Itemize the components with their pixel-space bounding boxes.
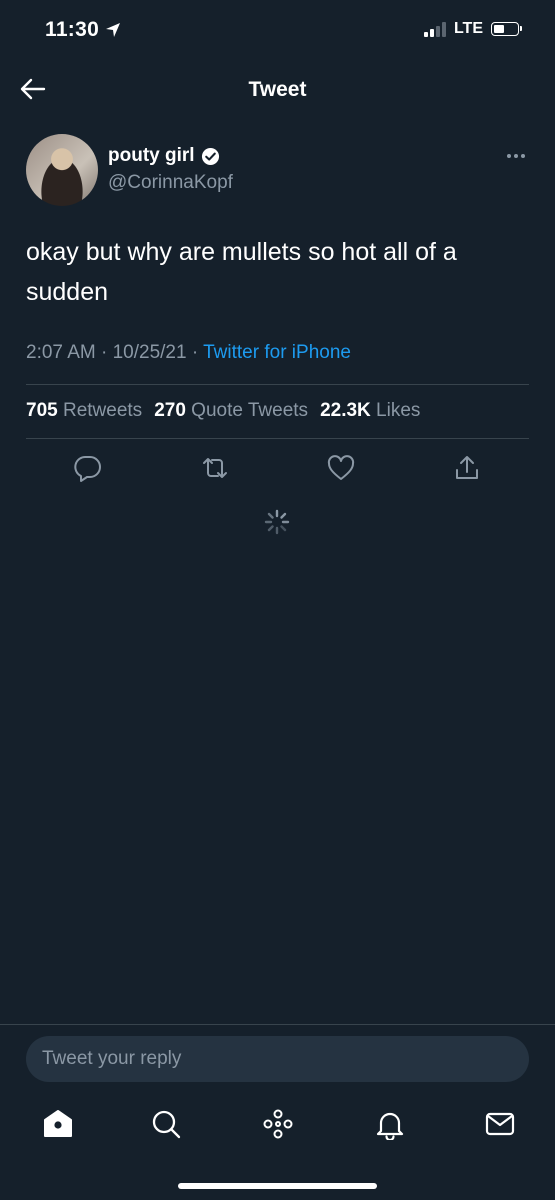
reply-icon[interactable] bbox=[73, 453, 103, 483]
tweet-text: okay but why are mullets so hot all of a… bbox=[26, 238, 457, 306]
retweets-stat[interactable]: 705 Retweets bbox=[26, 400, 142, 422]
notifications-icon[interactable] bbox=[374, 1108, 406, 1140]
likes-label: Likes bbox=[376, 400, 421, 421]
quotes-stat[interactable]: 270 Quote Tweets bbox=[154, 400, 308, 422]
location-arrow-icon bbox=[106, 23, 121, 37]
tweet-meta: 2:07 AM · 10/25/21 · Twitter for iPhone bbox=[26, 342, 351, 364]
home-indicator bbox=[178, 1183, 377, 1189]
likes-stat[interactable]: 22.3K Likes bbox=[320, 400, 420, 422]
quotes-label: Quote Tweets bbox=[191, 400, 309, 421]
author-name[interactable]: pouty girl bbox=[108, 145, 220, 167]
status-time-text: 11:30 bbox=[45, 18, 100, 41]
battery-icon bbox=[491, 22, 522, 36]
author-handle[interactable]: @CorinnaKopf bbox=[108, 172, 233, 194]
verified-badge-icon bbox=[201, 147, 219, 165]
retweets-count: 705 bbox=[26, 400, 58, 421]
reply-input[interactable]: Tweet your reply bbox=[26, 1036, 529, 1082]
avatar[interactable] bbox=[26, 134, 98, 206]
network-label: LTE bbox=[453, 20, 483, 37]
tweet-time: 2:07 AM bbox=[26, 342, 96, 363]
home-icon[interactable] bbox=[42, 1108, 74, 1140]
meta-separator: · bbox=[101, 342, 113, 363]
messages-icon[interactable] bbox=[484, 1108, 516, 1140]
divider bbox=[26, 438, 529, 439]
spaces-icon[interactable] bbox=[262, 1108, 294, 1140]
quotes-count: 270 bbox=[154, 400, 186, 421]
page-title: Tweet bbox=[248, 78, 307, 101]
status-bar-time: 11:30 bbox=[45, 18, 121, 42]
heart-icon[interactable] bbox=[326, 453, 356, 483]
meta-separator: · bbox=[191, 342, 204, 363]
likes-count: 22.3K bbox=[320, 400, 371, 421]
loading-spinner-icon bbox=[264, 509, 290, 535]
retweet-icon[interactable] bbox=[200, 453, 230, 483]
share-icon[interactable] bbox=[452, 453, 482, 483]
author-name-text: pouty girl bbox=[108, 145, 195, 166]
divider bbox=[0, 1024, 555, 1025]
more-icon[interactable] bbox=[505, 146, 527, 166]
status-bar-right: LTE bbox=[423, 20, 522, 38]
tweet-date: 10/25/21 bbox=[112, 342, 187, 363]
retweets-label: Retweets bbox=[62, 400, 143, 421]
divider bbox=[26, 384, 529, 385]
tweet-stats: 705 Retweets 270 Quote Tweets 22.3K Like… bbox=[26, 400, 420, 422]
search-icon[interactable] bbox=[150, 1108, 182, 1140]
signal-icon bbox=[423, 21, 446, 37]
tweet-source-link[interactable]: Twitter for iPhone bbox=[203, 342, 351, 363]
